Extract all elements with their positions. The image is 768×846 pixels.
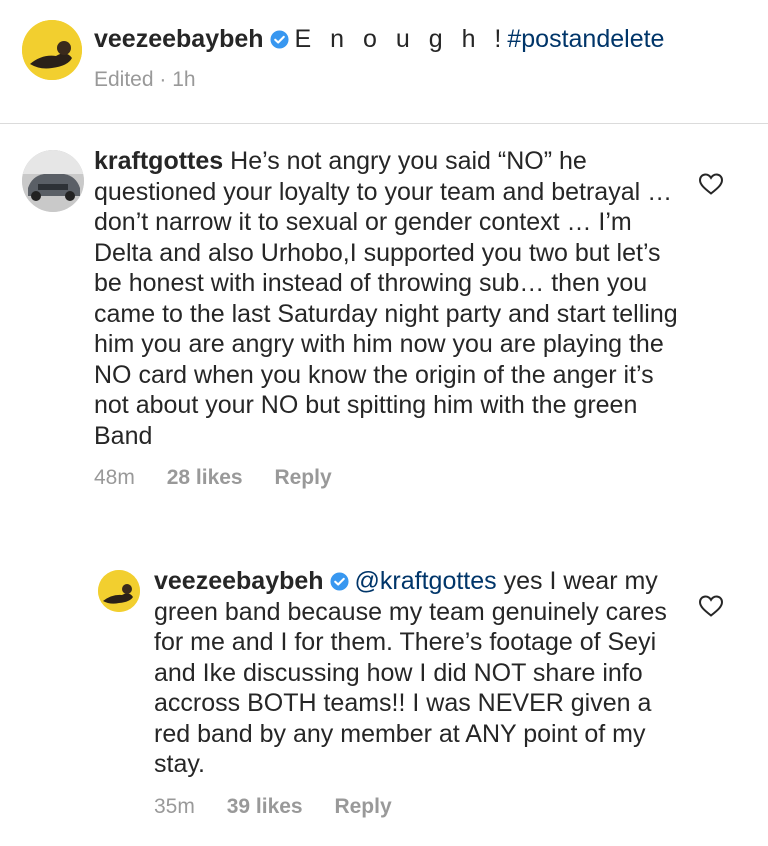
caption-username[interactable]: veezeebaybeh xyxy=(94,25,264,53)
avatar-photo xyxy=(22,150,84,212)
comment-likes[interactable]: 28 likes xyxy=(167,466,243,489)
heart-outline-icon[interactable] xyxy=(698,594,724,618)
verified-badge-icon xyxy=(270,30,289,49)
comment-username[interactable]: veezeebaybeh xyxy=(154,567,324,595)
comment-actions: 35m 39 likes Reply xyxy=(154,795,684,819)
comment-actions: 48m 28 likes Reply xyxy=(94,466,694,490)
comment-likes[interactable]: 39 likes xyxy=(227,795,303,818)
comment-username[interactable]: kraftgottes xyxy=(94,147,223,175)
avatar[interactable] xyxy=(22,150,84,212)
comment-text: yes I wear my green band because my team… xyxy=(154,567,667,778)
comment-time: 35m xyxy=(154,794,195,818)
caption-text: E n o u g h ! xyxy=(294,25,508,53)
post-caption: veezeebaybeh E n o u g h !#postandelete … xyxy=(20,14,750,124)
caption-hashtag[interactable]: #postandelete xyxy=(507,25,664,53)
reply-button[interactable]: Reply xyxy=(334,795,391,818)
divider xyxy=(0,123,768,124)
comment-mention[interactable]: @kraftgottes xyxy=(355,567,497,595)
caption-meta: Edited · 1h xyxy=(94,68,196,91)
reply-button[interactable]: Reply xyxy=(274,466,331,489)
caption-line: veezeebaybeh E n o u g h !#postandelete xyxy=(94,24,744,54)
comment-text-block: veezeebaybeh @kraftgottes yes I wear my … xyxy=(154,566,684,780)
heart-outline-icon[interactable] xyxy=(698,172,724,196)
avatar-photo xyxy=(22,20,82,80)
comment-time: 48m xyxy=(94,466,135,489)
verified-badge-icon xyxy=(330,572,349,591)
comment-text: He’s not angry you said “NO” he question… xyxy=(94,147,678,450)
avatar-photo xyxy=(98,570,140,612)
comment-text-block: kraftgottes He’s not angry you said “NO”… xyxy=(94,146,694,451)
avatar[interactable] xyxy=(98,570,140,612)
avatar[interactable] xyxy=(22,20,82,80)
